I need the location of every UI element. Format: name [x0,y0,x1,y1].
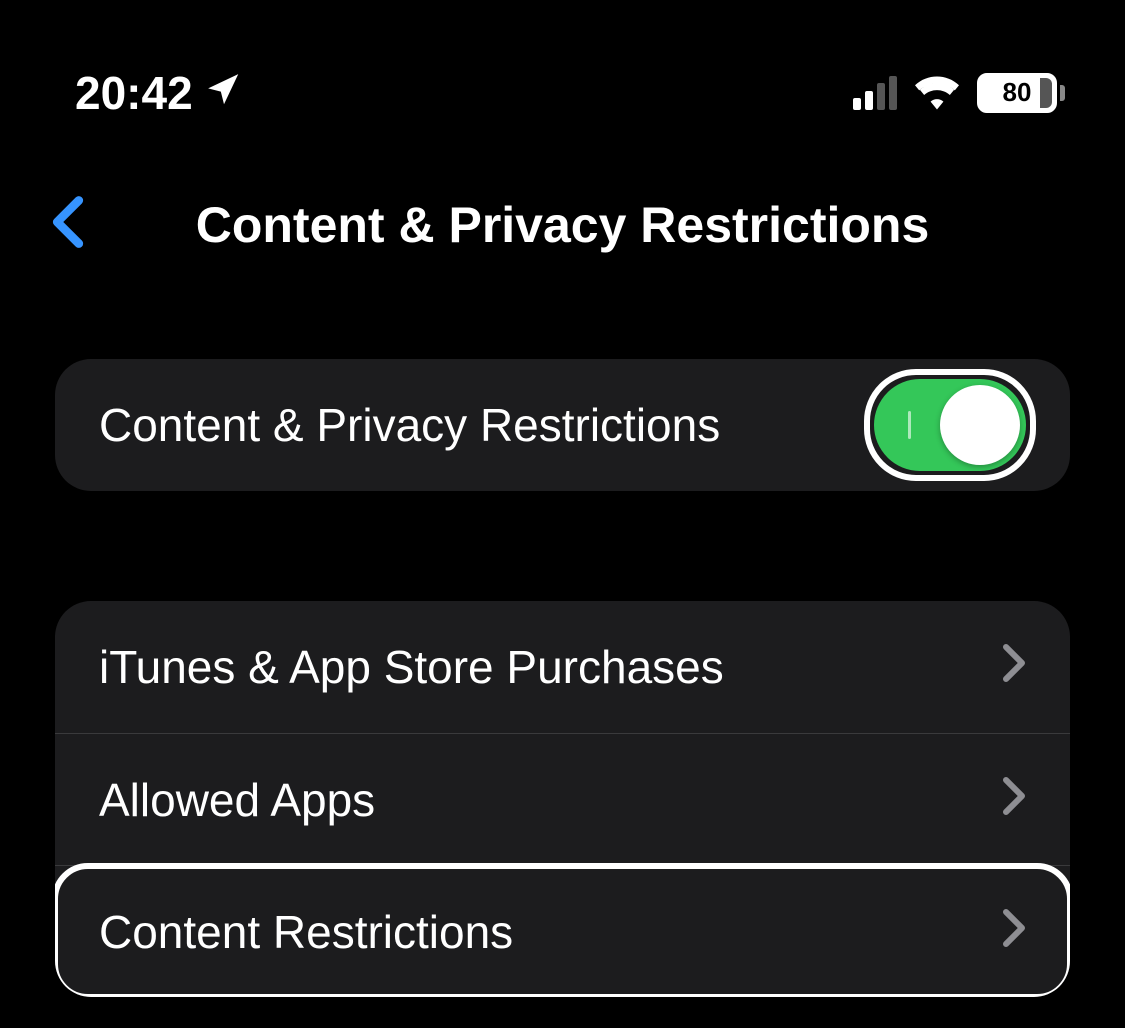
row-allowed-apps[interactable]: Allowed Apps [55,733,1070,865]
battery-indicator: 80 [977,73,1065,113]
toggle-section: Content & Privacy Restrictions [55,359,1070,491]
toggle-row-label: Content & Privacy Restrictions [99,398,720,452]
menu-section: iTunes & App Store Purchases Allowed App… [55,601,1070,997]
page-title: Content & Privacy Restrictions [196,196,930,254]
status-right: 80 [853,73,1065,113]
battery-percent: 80 [1003,77,1032,108]
wifi-icon [915,76,959,110]
row-content-restrictions[interactable]: Content Restrictions [55,865,1070,997]
chevron-right-icon [1002,773,1026,827]
cellular-signal-icon [853,76,897,110]
toggle-highlight [864,369,1036,481]
nav-header: Content & Privacy Restrictions [0,130,1125,314]
content-privacy-toggle[interactable] [874,379,1026,471]
back-button[interactable] [40,185,96,264]
location-arrow-icon [205,66,243,120]
chevron-left-icon [50,236,86,253]
chevron-right-icon [1002,640,1026,694]
content-privacy-toggle-row: Content & Privacy Restrictions [55,359,1070,491]
chevron-right-icon [1002,905,1026,959]
status-left: 20:42 [75,66,243,120]
row-label: iTunes & App Store Purchases [99,640,724,694]
row-label: Allowed Apps [99,773,375,827]
row-label: Content Restrictions [99,905,513,959]
row-itunes-app-store[interactable]: iTunes & App Store Purchases [55,601,1070,733]
status-time: 20:42 [75,66,193,120]
status-bar: 20:42 80 [0,0,1125,130]
